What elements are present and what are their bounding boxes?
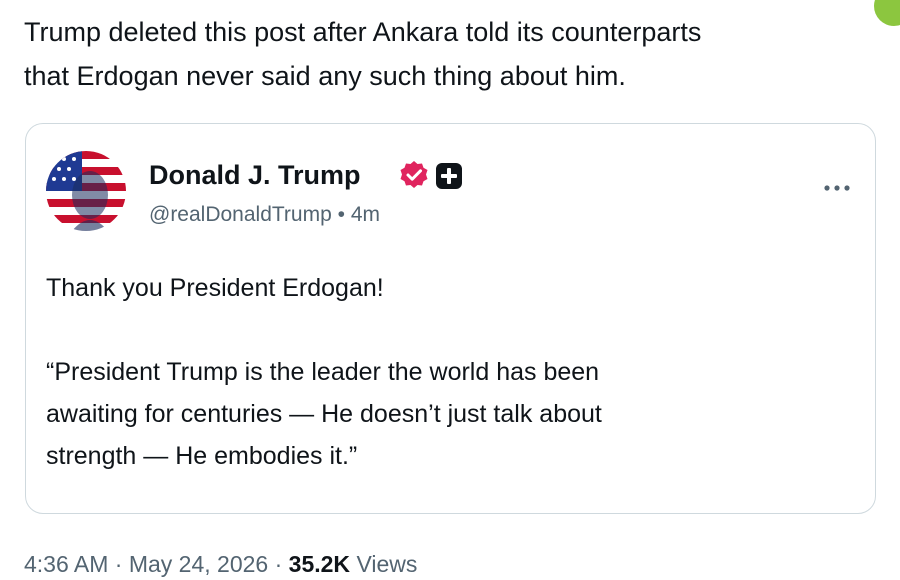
time-ago[interactable]: 4m (351, 203, 380, 226)
post-text-line: that Erdogan never said any such thing a… (24, 61, 626, 91)
affiliate-badge-icon (436, 163, 462, 189)
views-count[interactable]: 35.2K (289, 551, 350, 577)
meta-separator: · (274, 551, 283, 577)
verified-badge-icon (400, 161, 428, 188)
post-date[interactable]: May 24, 2026 (129, 551, 268, 577)
post-text: Trump deleted this post after Ankara tol… (24, 10, 884, 98)
author-name[interactable]: Donald J. Trump (149, 157, 361, 193)
quoted-post-line: “President Trump is the leader the world… (46, 358, 600, 386)
separator-dot: • (337, 203, 345, 226)
avatar[interactable] (46, 151, 126, 231)
post-time[interactable]: 4:36 AM (24, 551, 108, 577)
views-label: Views (356, 551, 418, 577)
quoted-post-line: awaiting for centuries — He doesn’t just… (46, 400, 602, 428)
quoted-post-line: strength — He embodies it.” (46, 442, 358, 470)
post-meta: 4:36 AM · May 24, 2026 · 35.2K Views (24, 548, 417, 580)
author-handle[interactable]: @realDonaldTrump (149, 203, 332, 226)
post-text-line: Trump deleted this post after Ankara tol… (24, 17, 702, 47)
author-handle-line: @realDonaldTrump • 4m (149, 200, 380, 230)
meta-separator: · (114, 551, 123, 577)
more-options-icon[interactable] (821, 182, 853, 194)
quoted-post-body: Thank you President Erdogan! “President … (46, 267, 846, 477)
flag-portrait-avatar (46, 151, 126, 231)
quoted-post-card[interactable]: Donald J. Trump @realDonaldTrump • 4m Th… (25, 123, 876, 514)
quoted-post-line: Thank you President Erdogan! (46, 274, 384, 302)
